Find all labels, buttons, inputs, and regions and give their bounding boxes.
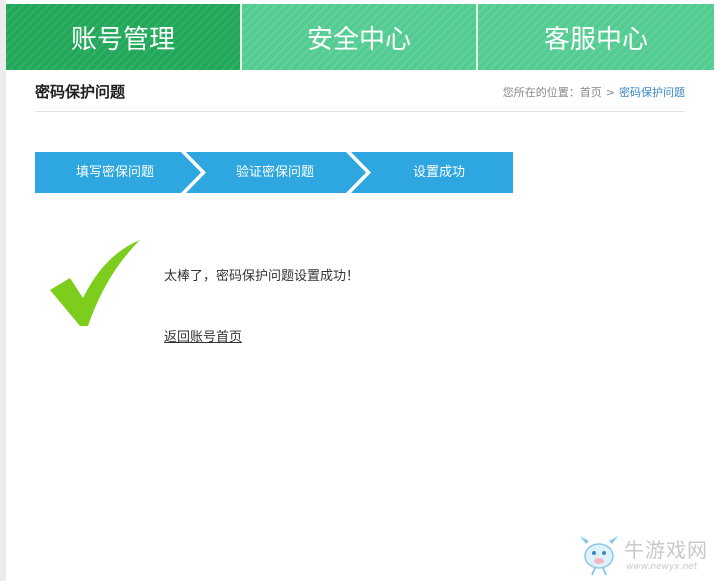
breadcrumb-home-link[interactable]: 首页 [580, 86, 602, 99]
checkmark-icon [50, 238, 142, 334]
tab-account-management[interactable]: 账号管理 [6, 4, 240, 70]
breadcrumb-prefix: 您所在的位置： [502, 86, 580, 99]
tab-customer-service[interactable]: 客服中心 [478, 4, 714, 70]
watermark-url: www.newyx.net [626, 562, 698, 572]
breadcrumb-current-link[interactable]: 密码保护问题 [619, 86, 685, 99]
tab-security-center[interactable]: 安全中心 [242, 4, 476, 70]
breadcrumb-separator: > [605, 86, 615, 99]
step-3-label: 设置成功 [412, 165, 465, 180]
success-message: 太棒了，密码保护问题设置成功！ [164, 269, 360, 284]
page-title: 密码保护问题 [35, 83, 126, 101]
tab-label: 客服中心 [543, 24, 648, 55]
tab-label: 安全中心 [306, 24, 411, 55]
progress-steps: 填写密保问题 验证密保问题 设置成功 [35, 152, 513, 193]
back-to-account-home-link[interactable]: 返回账号首页 [164, 326, 242, 345]
cow-mascot-icon [580, 536, 618, 576]
title-divider [35, 111, 685, 112]
watermark-title: 牛游戏网 [624, 538, 708, 562]
step-1-label: 填写密保问题 [75, 165, 154, 180]
breadcrumb: 您所在的位置：首页 > 密码保护问题 [503, 84, 685, 100]
site-watermark: 牛游戏网 www.newyx.net [576, 530, 716, 578]
step-2-label: 验证密保问题 [235, 165, 314, 180]
left-edge-strip [0, 0, 6, 581]
top-navigation: 账号管理 安全中心 客服中心 [6, 4, 714, 70]
tab-label: 账号管理 [70, 24, 175, 55]
